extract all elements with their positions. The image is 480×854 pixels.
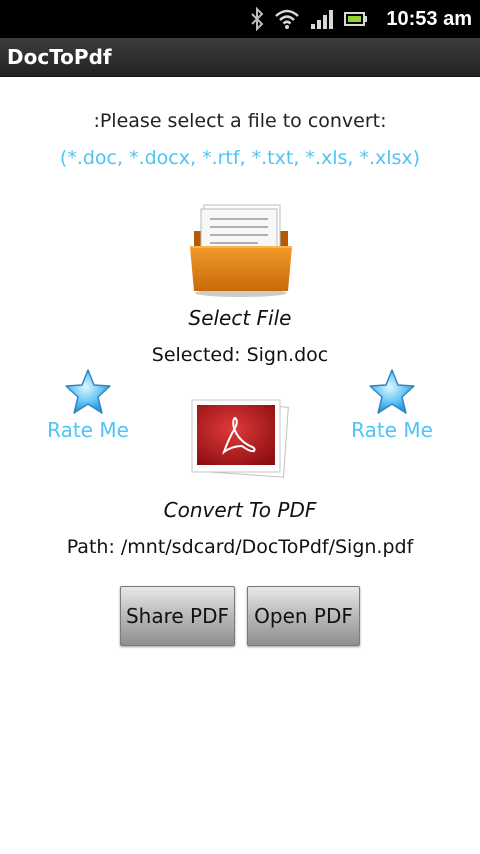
- star-icon: [65, 369, 111, 414]
- rate-me-label: Rate Me: [47, 418, 129, 442]
- share-pdf-button[interactable]: Share PDF: [120, 586, 235, 646]
- convert-to-pdf-label[interactable]: Convert To PDF: [0, 498, 480, 522]
- rate-me-label: Rate Me: [351, 418, 433, 442]
- app-title-bar: DocToPdf: [0, 38, 480, 77]
- selected-file-text: Selected: Sign.doc: [151, 344, 329, 366]
- status-time: 10:53 am: [386, 7, 472, 30]
- app-title: DocToPdf: [7, 45, 112, 69]
- select-prompt: :Please select a file to convert:: [93, 110, 387, 132]
- wifi-icon: [275, 9, 300, 29]
- bluetooth-icon: [251, 7, 264, 31]
- pdf-icon[interactable]: [188, 396, 292, 482]
- status-icons: 10:53 am: [250, 0, 472, 38]
- folder-icon[interactable]: [188, 203, 294, 299]
- signal-icon: [311, 10, 334, 29]
- status-bar: 10:53 am: [0, 0, 480, 38]
- star-icon: [369, 369, 415, 414]
- output-path-text: Path: /mnt/sdcard/DocToPdf/Sign.pdf: [66, 536, 414, 558]
- rate-me-right[interactable]: Rate Me: [337, 368, 447, 442]
- battery-icon: [344, 12, 368, 26]
- supported-formats: (*.doc, *.docx, *.rtf, *.txt, *.xls, *.x…: [59, 147, 421, 169]
- rate-me-left[interactable]: Rate Me: [33, 368, 143, 442]
- open-pdf-button[interactable]: Open PDF: [247, 586, 360, 646]
- select-file-label[interactable]: Select File: [0, 306, 480, 330]
